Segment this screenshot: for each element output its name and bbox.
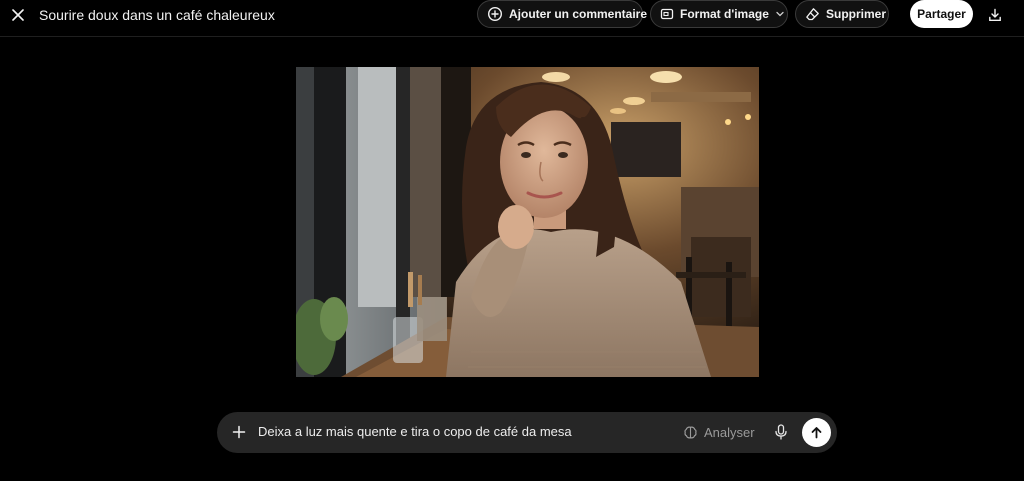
plus-icon [232,425,246,439]
image-format-label: Format d'image [680,7,769,21]
top-bar: Sourire doux dans un café chaleureux Ajo… [0,0,1024,37]
delete-button[interactable]: Supprimer [795,0,889,28]
microphone-button[interactable] [772,422,790,442]
add-attachment-button[interactable] [229,422,249,442]
generated-image [296,67,759,377]
download-button[interactable] [984,4,1006,26]
page-title: Sourire doux dans un café chaleureux [39,7,275,23]
brain-icon [684,426,697,438]
download-icon [989,8,1001,21]
eraser-icon [806,7,819,20]
image-format-dropdown[interactable]: Format d'image [650,0,788,28]
share-button[interactable]: Partager [910,0,973,28]
analyse-label: Analyser [704,424,755,440]
close-icon [12,9,24,21]
comment-plus-icon [487,6,503,22]
add-comment-button[interactable]: Ajouter un commentaire [477,0,647,28]
prompt-input[interactable]: Deixa a luz mais quente e tira o copo de… [258,424,572,439]
microphone-icon [775,424,787,440]
arrow-up-icon [811,427,822,439]
prompt-composer: Deixa a luz mais quente e tira o copo de… [217,412,837,453]
close-button[interactable] [8,5,28,25]
analyse-button[interactable]: Analyser [683,422,755,442]
cafe-portrait-picture [296,67,759,377]
delete-label: Supprimer [826,7,887,21]
chevron-down-icon [776,11,784,17]
add-comment-label: Ajouter un commentaire [509,7,648,21]
aspect-ratio-icon [660,8,674,20]
send-button[interactable] [802,418,831,447]
